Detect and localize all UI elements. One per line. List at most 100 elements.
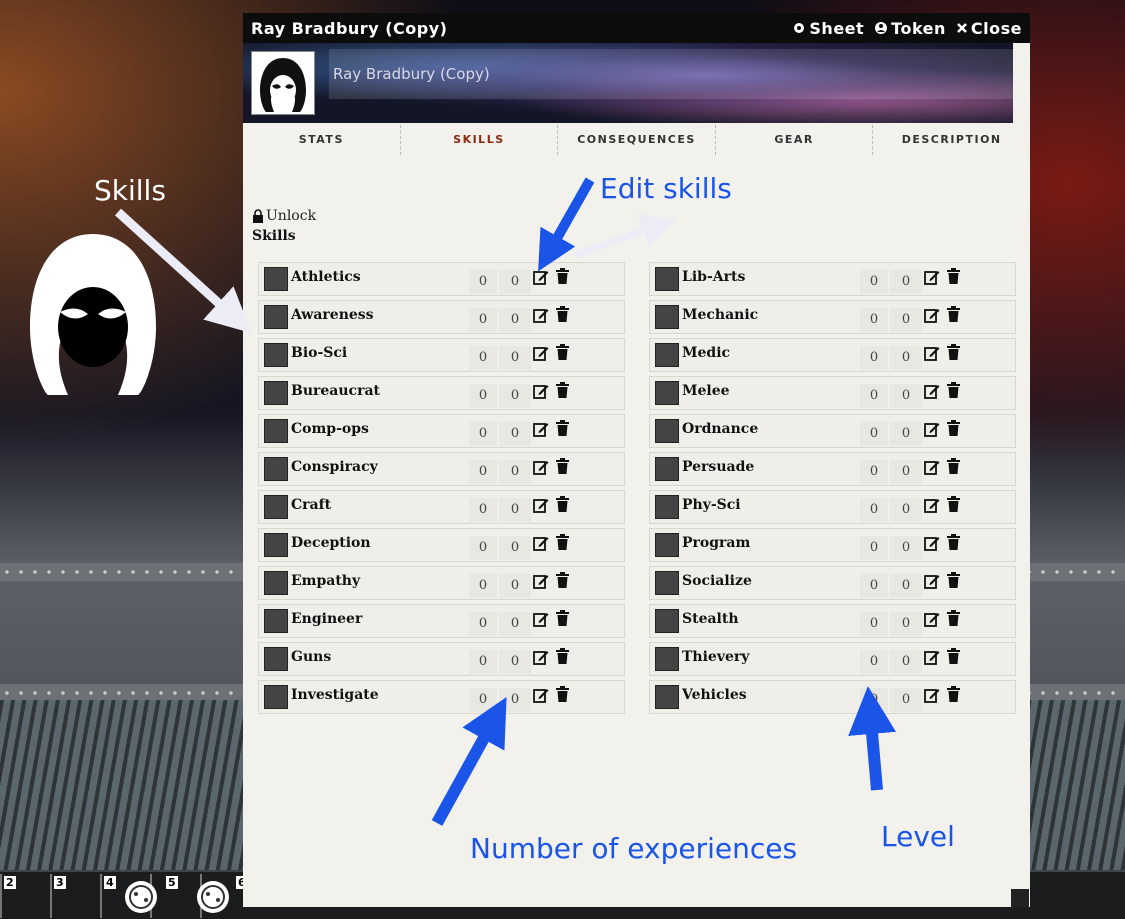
experiences-field[interactable]: 0 [860, 650, 888, 674]
trash-icon[interactable] [556, 534, 569, 550]
tray-slot[interactable]: 3 [50, 874, 100, 918]
level-field[interactable]: 0 [890, 688, 922, 712]
trash-icon[interactable] [556, 268, 569, 284]
edit-icon[interactable] [924, 421, 940, 437]
trash-icon[interactable] [947, 534, 960, 550]
edit-icon[interactable] [533, 383, 549, 399]
trash-icon[interactable] [947, 496, 960, 512]
window-titlebar[interactable]: Ray Bradbury (Copy) Sheet Token Close [243, 13, 1030, 43]
trash-icon[interactable] [947, 686, 960, 702]
trash-icon[interactable] [556, 686, 569, 702]
level-field[interactable]: 0 [499, 270, 531, 294]
edit-icon[interactable] [533, 269, 549, 285]
edit-icon[interactable] [533, 307, 549, 323]
experiences-field[interactable]: 0 [469, 460, 497, 484]
level-field[interactable]: 0 [499, 612, 531, 636]
trash-icon[interactable] [556, 610, 569, 626]
level-field[interactable]: 0 [890, 498, 922, 522]
token-button[interactable]: Token [874, 19, 946, 38]
level-field[interactable]: 0 [499, 498, 531, 522]
trash-icon[interactable] [947, 610, 960, 626]
experiences-field[interactable]: 0 [469, 270, 497, 294]
edit-icon[interactable] [924, 459, 940, 475]
tray-slot[interactable]: 5 [125, 874, 200, 918]
experiences-field[interactable]: 0 [860, 346, 888, 370]
edit-icon[interactable] [924, 307, 940, 323]
tab-stats[interactable]: STATS [243, 125, 401, 155]
experiences-field[interactable]: 0 [860, 612, 888, 636]
tray-slot[interactable]: 2 [0, 874, 50, 918]
level-field[interactable]: 0 [499, 650, 531, 674]
experiences-field[interactable]: 0 [469, 612, 497, 636]
tab-gear[interactable]: GEAR [716, 125, 874, 155]
level-field[interactable]: 0 [890, 612, 922, 636]
unlock-toggle[interactable]: Unlock [252, 208, 316, 224]
edit-icon[interactable] [924, 573, 940, 589]
trash-icon[interactable] [947, 572, 960, 588]
experiences-field[interactable]: 0 [860, 498, 888, 522]
level-field[interactable]: 0 [499, 574, 531, 598]
experiences-field[interactable]: 0 [469, 384, 497, 408]
experiences-field[interactable]: 0 [860, 422, 888, 446]
edit-icon[interactable] [924, 649, 940, 665]
edit-icon[interactable] [924, 535, 940, 551]
level-field[interactable]: 0 [499, 688, 531, 712]
experiences-field[interactable]: 0 [469, 346, 497, 370]
tab-skills[interactable]: SKILLS [401, 125, 559, 155]
level-field[interactable]: 0 [890, 650, 922, 674]
experiences-field[interactable]: 0 [469, 422, 497, 446]
character-name-field[interactable]: Ray Bradbury (Copy) [329, 49, 1013, 99]
experiences-field[interactable]: 0 [469, 688, 497, 712]
level-field[interactable]: 0 [499, 308, 531, 332]
edit-icon[interactable] [533, 611, 549, 627]
trash-icon[interactable] [556, 306, 569, 322]
experiences-field[interactable]: 0 [469, 650, 497, 674]
level-field[interactable]: 0 [499, 536, 531, 560]
edit-icon[interactable] [533, 459, 549, 475]
experiences-field[interactable]: 0 [860, 574, 888, 598]
trash-icon[interactable] [556, 648, 569, 664]
trash-icon[interactable] [947, 382, 960, 398]
level-field[interactable]: 0 [890, 346, 922, 370]
level-field[interactable]: 0 [499, 384, 531, 408]
experiences-field[interactable]: 0 [860, 460, 888, 484]
experiences-field[interactable]: 0 [469, 498, 497, 522]
edit-icon[interactable] [924, 269, 940, 285]
trash-icon[interactable] [556, 420, 569, 436]
edit-icon[interactable] [924, 345, 940, 361]
edit-icon[interactable] [533, 649, 549, 665]
experiences-field[interactable]: 0 [860, 384, 888, 408]
trash-icon[interactable] [556, 496, 569, 512]
edit-icon[interactable] [924, 383, 940, 399]
experiences-field[interactable]: 0 [860, 688, 888, 712]
level-field[interactable]: 0 [890, 574, 922, 598]
trash-icon[interactable] [947, 306, 960, 322]
level-field[interactable]: 0 [890, 384, 922, 408]
level-field[interactable]: 0 [890, 460, 922, 484]
character-avatar[interactable] [251, 51, 315, 115]
close-button[interactable]: Close [956, 19, 1022, 38]
trash-icon[interactable] [947, 420, 960, 436]
level-field[interactable]: 0 [499, 422, 531, 446]
edit-icon[interactable] [924, 687, 940, 703]
edit-icon[interactable] [533, 497, 549, 513]
edit-icon[interactable] [533, 535, 549, 551]
experiences-field[interactable]: 0 [469, 536, 497, 560]
experiences-field[interactable]: 0 [860, 536, 888, 560]
trash-icon[interactable] [947, 648, 960, 664]
trash-icon[interactable] [556, 572, 569, 588]
level-field[interactable]: 0 [890, 270, 922, 294]
resize-handle-icon[interactable] [1011, 889, 1029, 907]
tab-consequences[interactable]: CONSEQUENCES [558, 125, 716, 155]
trash-icon[interactable] [947, 268, 960, 284]
experiences-field[interactable]: 0 [469, 308, 497, 332]
experiences-field[interactable]: 0 [860, 270, 888, 294]
level-field[interactable]: 0 [890, 308, 922, 332]
trash-icon[interactable] [947, 458, 960, 474]
edit-icon[interactable] [533, 345, 549, 361]
experiences-field[interactable]: 0 [860, 308, 888, 332]
edit-icon[interactable] [533, 687, 549, 703]
trash-icon[interactable] [556, 344, 569, 360]
edit-icon[interactable] [533, 421, 549, 437]
trash-icon[interactable] [556, 458, 569, 474]
